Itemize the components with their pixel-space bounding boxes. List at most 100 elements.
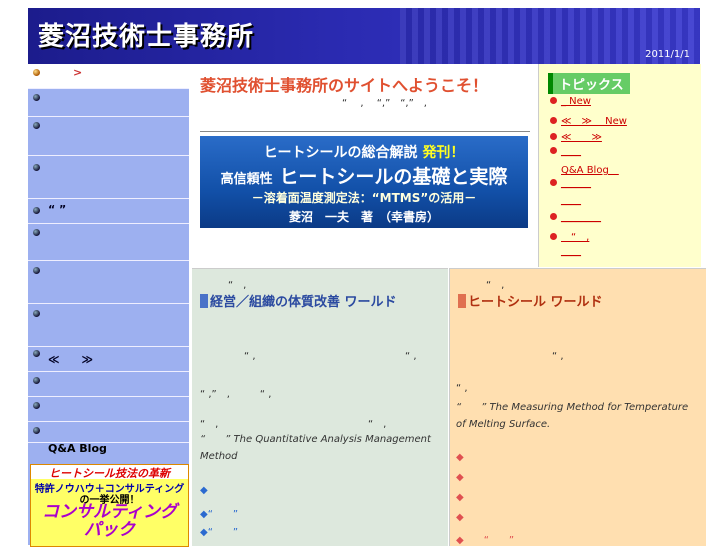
management-world-panel: “ , 経営／組織の体質改善 ワールド “ , “ , “ ,” , “ , “… <box>192 268 448 546</box>
sidebar-item[interactable] <box>28 224 189 261</box>
bullet-icon <box>550 233 557 240</box>
bullet-icon <box>33 69 40 76</box>
bullet-icon <box>550 213 557 220</box>
topic-item[interactable]: ____ <box>561 195 581 206</box>
topic-link[interactable]: ≪ ≫ New <box>561 116 627 127</box>
bullet-icon <box>33 377 40 384</box>
divider <box>200 131 530 132</box>
management-method-desc: “ ” The Quantitative Analysis Management… <box>200 434 431 462</box>
topic-item[interactable]: ____ <box>550 146 581 157</box>
book-line1: ヒートシールの総合解説 発刊！ <box>200 142 528 162</box>
banner-title-2: パック <box>84 520 135 540</box>
diamond-icon: ◆ <box>456 492 464 503</box>
book-author: 菱沼 一夫 著 （幸書房） <box>288 210 439 224</box>
square-icon <box>458 294 466 308</box>
banner-title-1: コンサルティング <box>42 502 177 522</box>
topic-link[interactable]: ________ <box>561 212 601 223</box>
sidebar-item[interactable]: ≪ ≫ <box>28 347 189 372</box>
banner-title: コンサルティング パック <box>31 503 188 539</box>
diamond-icon: ◆ <box>456 472 464 483</box>
diamond-link[interactable]: ◆“ ” <box>200 523 238 538</box>
topic-item[interactable]: ______ <box>550 178 591 189</box>
bullet-icon <box>33 310 40 317</box>
diamond-link[interactable]: ◆ “ ” <box>456 531 514 546</box>
topic-link[interactable]: ______ <box>561 178 591 189</box>
sidebar-item-label: ≪ ≫ <box>48 353 94 366</box>
panel-text: “ , <box>456 383 468 394</box>
book-title: 高信頼性 ヒートシールの基礎と実際 <box>200 162 528 189</box>
consulting-pack-banner[interactable]: ヒートシール技法の革新 特許ノウハウ＋コンサルティング の一挙公開！ コンサルテ… <box>30 464 189 547</box>
topic-link[interactable]: ____ <box>561 146 581 157</box>
sidebar-item[interactable] <box>28 117 189 156</box>
topic-link[interactable]: _ New <box>561 96 591 107</box>
book-subtitle: －溶着面温度測定法：“MTMS”の活用－ <box>251 191 477 205</box>
header-date: 2011/1/1 <box>645 49 690 60</box>
bullet-icon <box>550 117 557 124</box>
topic-item[interactable]: _ New <box>550 96 591 107</box>
panel-text: “ , <box>244 351 256 362</box>
welcome-text: “ , “,” “,” , <box>342 98 427 109</box>
site-title[interactable]: 菱沼技術士事務所 <box>38 16 254 53</box>
welcome-heading: 菱沼技術士事務所のサイトへようこそ！ <box>200 76 489 95</box>
sidebar-item-home[interactable]: > <box>28 64 189 89</box>
topic-link[interactable]: ≪ ≫ <box>561 132 602 143</box>
panel-text: “ ,” , “ , <box>200 389 272 400</box>
sidebar-item[interactable] <box>28 422 189 443</box>
sidebar-item[interactable] <box>28 261 189 304</box>
bullet-icon <box>550 133 557 140</box>
sidebar-item[interactable] <box>28 156 189 199</box>
topic-item[interactable]: ≪ ≫ New <box>550 112 627 127</box>
topic-link[interactable]: ____ <box>561 195 581 206</box>
topic-item[interactable]: Q&A Blog <box>561 161 619 176</box>
square-icon <box>200 294 208 308</box>
book-banner[interactable]: ヒートシールの総合解説 発刊！ 高信頼性 ヒートシールの基礎と実際 －溶着面温度… <box>200 136 528 228</box>
panel-title-label: ヒートシール ワールド <box>468 295 603 310</box>
bullet-icon <box>33 267 40 274</box>
bullet-icon <box>33 402 40 409</box>
bullet-icon <box>33 229 40 236</box>
panel-text: “ , <box>405 351 417 362</box>
heatseal-world-panel: “ , ヒートシール ワールド “ , “ , “ ” The Measurin… <box>449 268 706 546</box>
panel-text: “ , <box>552 351 564 362</box>
book-title-main: ヒートシールの基礎と実際 <box>279 166 508 188</box>
topic-item[interactable]: “ , <box>550 228 589 243</box>
sidebar-item-label: > <box>73 66 83 79</box>
banner-headline: ヒートシール技法の革新 <box>31 465 188 480</box>
bullet-icon <box>33 350 40 357</box>
sidebar-item[interactable] <box>28 89 189 117</box>
mtms-method-desc: “ ” The Measuring Method for Temperature… <box>456 402 689 430</box>
bullet-icon <box>33 427 40 434</box>
topic-item[interactable]: ________ <box>550 212 601 223</box>
bullet-icon <box>550 147 557 154</box>
bullet-icon <box>550 97 557 104</box>
diamond-icon: ◆ <box>456 452 464 463</box>
panel-title-label: 経営／組織の体質改善 ワールド <box>210 295 397 310</box>
panel-text: “ , <box>368 419 387 430</box>
book-release: 発刊！ <box>422 145 465 161</box>
sidebar-item[interactable]: “ ” <box>28 199 189 224</box>
topic-link[interactable]: ____ <box>561 246 581 257</box>
sidebar-item-label: “ ” <box>48 203 67 216</box>
sidebar-item[interactable] <box>28 304 189 347</box>
topic-item[interactable]: ____ <box>561 246 581 257</box>
main-welcome: 菱沼技術士事務所のサイトへようこそ！ “ , “,” “,” , ヒートシールの… <box>192 64 537 267</box>
topic-link[interactable]: “ , <box>561 232 589 243</box>
panel-text: “ , <box>486 280 505 291</box>
bullet-icon <box>33 207 40 214</box>
heatseal-world-title[interactable]: ヒートシール ワールド <box>458 291 603 310</box>
bullet-icon <box>33 122 40 129</box>
panel-text: “ , <box>228 280 247 291</box>
topics-heading: トピックス <box>548 73 630 94</box>
topic-link[interactable]: Q&A Blog <box>561 165 619 176</box>
qa-blog-link[interactable]: Q&A Blog <box>48 442 107 455</box>
management-world-title[interactable]: 経営／組織の体質改善 ワールド <box>200 291 397 310</box>
topic-item[interactable]: ≪ ≫ <box>550 128 602 143</box>
panel-text: “ , <box>200 419 219 430</box>
diamond-icon: ◆ <box>200 485 208 496</box>
topics-panel: トピックス _ New ≪ ≫ New ≪ ≫ ____ Q&A Blog __… <box>538 64 701 267</box>
sidebar-item[interactable] <box>28 372 189 397</box>
bullet-icon <box>33 164 40 171</box>
sidebar-item[interactable] <box>28 397 189 422</box>
bullet-icon <box>550 179 557 186</box>
diamond-link[interactable]: ◆“ ” <box>200 505 238 520</box>
